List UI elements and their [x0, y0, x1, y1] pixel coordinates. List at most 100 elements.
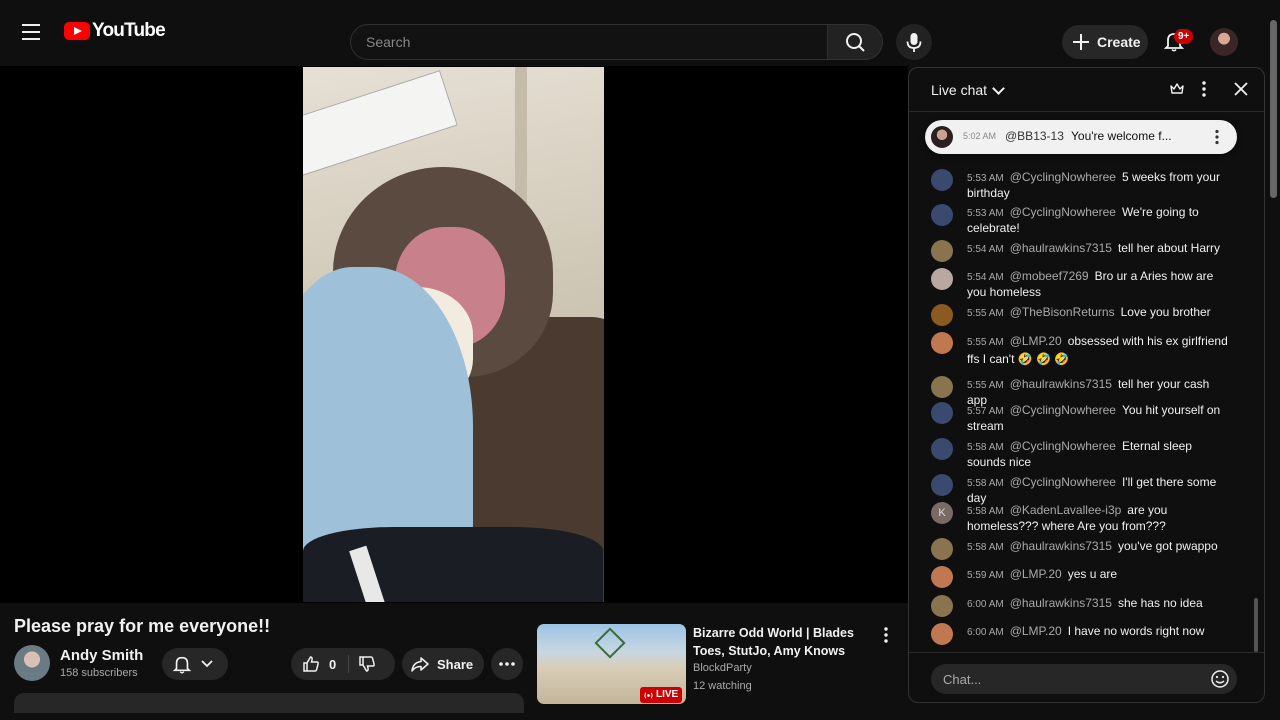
avatar — [931, 566, 953, 588]
chat-message-time: 5:58 AM — [967, 442, 1004, 453]
avatar — [931, 240, 953, 262]
chat-message-time: 5:58 AM — [967, 542, 1004, 553]
live-chat-header: Live chat — [909, 68, 1264, 112]
pinned-message-time: 5:02 AM — [963, 131, 997, 141]
chat-message-author: @CyclingNowheree — [1009, 475, 1116, 489]
pinned-message-author: @BB13-13 — [1005, 129, 1064, 143]
more-vertical-icon[interactable] — [1213, 129, 1221, 145]
chevron-down-icon[interactable] — [992, 82, 1005, 95]
more-horizontal-icon — [499, 662, 515, 666]
like-divider — [348, 655, 349, 673]
page-scrollbar[interactable] — [1270, 20, 1277, 198]
chat-message-author: @CyclingNowheree — [1009, 403, 1116, 417]
create-label: Create — [1097, 34, 1141, 50]
create-button[interactable]: Create — [1062, 25, 1148, 59]
thumbs-down-icon — [359, 656, 375, 672]
avatar — [931, 538, 953, 560]
chat-message-author: @KadenLavallee-i3p — [1009, 503, 1122, 517]
share-button[interactable]: Share — [402, 648, 484, 680]
description-box[interactable] — [14, 693, 524, 713]
suggested-video-channel[interactable]: BlockdParty — [693, 662, 752, 674]
chat-message-body: 5:55 AM @LMP.20 obsessed with his ex girlf… — [967, 333, 1229, 368]
avatar — [931, 438, 953, 460]
avatar — [931, 169, 953, 191]
like-button[interactable]: 0 — [291, 648, 336, 680]
notification-settings-button[interactable] — [162, 648, 228, 680]
avatar — [931, 376, 953, 398]
avatar — [931, 126, 953, 148]
more-vertical-icon[interactable] — [1200, 80, 1208, 98]
chat-message-time: 5:54 AM — [967, 244, 1004, 255]
avatar — [931, 204, 953, 226]
chat-message-time: 5:57 AM — [967, 406, 1004, 417]
chat-message-time: 5:54 AM — [967, 272, 1004, 283]
avatar — [931, 474, 953, 496]
share-icon — [411, 657, 429, 672]
video-title: Please pray for me everyone!! — [14, 616, 271, 636]
chat-message-author: @haulrawkins7315 — [1009, 377, 1112, 391]
youtube-logo[interactable]: YouTube — [64, 20, 166, 42]
live-broadcast-icon — [644, 692, 653, 698]
chat-message-time: 5:55 AM — [967, 308, 1004, 319]
pinned-message[interactable]: 5:02 AM @BB13-13 You're welcome f... — [925, 120, 1237, 154]
account-avatar[interactable] — [1210, 28, 1238, 56]
search-button[interactable] — [827, 24, 883, 60]
close-icon[interactable] — [1232, 80, 1250, 98]
chat-input[interactable] — [931, 664, 1237, 694]
channel-name[interactable]: Andy Smith — [60, 647, 143, 664]
bell-icon — [172, 656, 192, 674]
emoji-icon[interactable] — [1210, 669, 1230, 689]
chat-message-author: @mobeef7269 — [1009, 269, 1089, 283]
live-chat-title[interactable]: Live chat — [931, 82, 987, 98]
chat-message-time: 6:00 AM — [967, 627, 1004, 638]
logo-text: YouTube — [92, 20, 166, 41]
search-input[interactable] — [351, 25, 828, 59]
avatar — [931, 304, 953, 326]
youtube-play-icon — [64, 22, 90, 40]
chat-message-body: 5:58 AM @CyclingNowheree Eternal sleep sou… — [967, 439, 1229, 469]
voice-search-button[interactable] — [896, 24, 932, 60]
like-count: 0 — [329, 656, 337, 672]
crown-icon[interactable] — [1169, 81, 1185, 97]
chat-message-body: 5:57 AM @CyclingNowheree You hit yourself … — [967, 403, 1229, 433]
chat-message-text: obsessed with his ex girlfriend ffs I ca… — [967, 334, 1228, 366]
chat-message-body: 5:53 AM @CyclingNowheree We're going to ce… — [967, 205, 1229, 235]
video-frame[interactable] — [303, 67, 604, 602]
chat-message-author: @TheBisonReturns — [1009, 305, 1115, 319]
chat-message-author: @CyclingNowheree — [1009, 205, 1116, 219]
chat-message-body: 5:54 AM @haulrawkins7315 tell her about Ha… — [967, 241, 1229, 257]
avatar — [931, 595, 953, 617]
like-dislike-group: 0 — [291, 648, 395, 680]
subscriber-count: 158 subscribers — [60, 667, 138, 679]
avatar — [931, 402, 953, 424]
chat-message-author: @haulrawkins7315 — [1009, 539, 1112, 553]
suggested-video-title[interactable]: Bizarre Odd World | Blades Toes, StutJo,… — [693, 624, 873, 660]
chat-message-text: Love you brother — [1120, 305, 1211, 319]
menu-icon[interactable] — [22, 24, 42, 40]
chat-message-text: tell her about Harry — [1117, 241, 1220, 255]
chat-message-author: @haulrawkins7315 — [1009, 596, 1112, 610]
chat-message-body: 5:53 AM @CyclingNowheree 5 weeks from your… — [967, 170, 1229, 200]
chat-message-text: yes u are — [1067, 567, 1118, 581]
search-box — [350, 24, 828, 60]
chat-message-author: @haulrawkins7315 — [1009, 241, 1112, 255]
more-actions-button[interactable] — [491, 648, 523, 680]
chat-message-author: @LMP.20 — [1009, 624, 1062, 638]
avatar — [931, 623, 953, 645]
suggested-video-watching: 12 watching — [693, 680, 752, 692]
chat-message-time: 5:53 AM — [967, 173, 1004, 184]
chat-message-time: 5:55 AM — [967, 380, 1004, 391]
channel-avatar[interactable] — [14, 645, 50, 681]
more-vertical-icon[interactable] — [880, 626, 892, 644]
plus-icon — [1072, 33, 1090, 51]
thumbs-up-icon — [303, 656, 319, 672]
live-chat-panel: Live chat 5:02 AM @BB13-13 You're welcom… — [908, 67, 1265, 703]
chat-input-area — [909, 652, 1264, 702]
chat-scrollbar[interactable] — [1254, 598, 1258, 652]
chat-message-body: 6:00 AM @LMP.20 I have no words right now — [967, 624, 1229, 640]
chat-message-body: 6:00 AM @haulrawkins7315 she has no idea — [967, 596, 1229, 612]
microphone-icon — [906, 33, 922, 52]
chat-message-text: I have no words right now — [1067, 624, 1205, 638]
dislike-button[interactable] — [357, 654, 377, 679]
chat-message-body: 5:55 AM @TheBisonReturns Love you brother — [967, 305, 1229, 321]
